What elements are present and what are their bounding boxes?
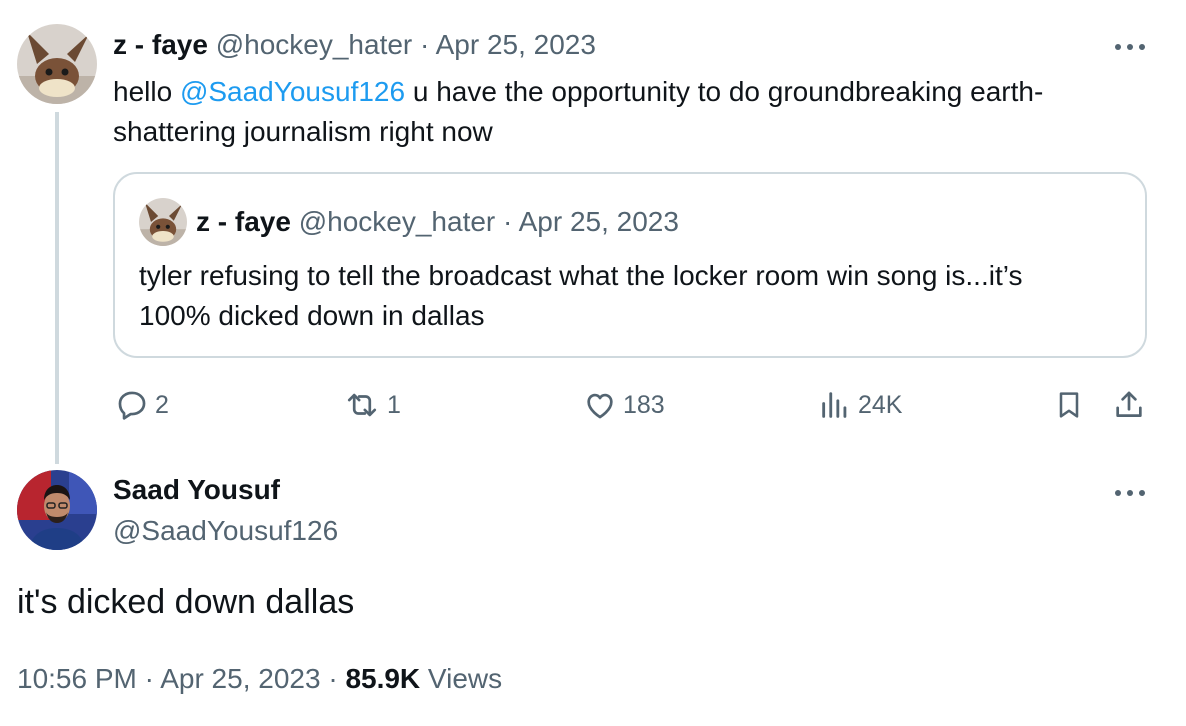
- user-handle[interactable]: @hockey_hater: [216, 29, 413, 60]
- like-button[interactable]: 183: [583, 388, 665, 422]
- retweet-icon: [343, 388, 381, 422]
- quoted-text-line2: 100% dicked down in dallas: [139, 300, 485, 331]
- views-total: 85.9K: [345, 663, 421, 694]
- quoted-tweet-date: Apr 25, 2023: [518, 206, 679, 237]
- avatar-saad-yousuf[interactable]: [17, 470, 97, 550]
- display-name[interactable]: z - faye: [113, 29, 208, 60]
- thread-connector-line: [55, 112, 59, 464]
- tweet-time[interactable]: 10:56 PM: [17, 663, 137, 694]
- tweet-date[interactable]: Apr 25, 2023: [436, 29, 596, 60]
- meta-separator-dot: ·: [328, 663, 338, 694]
- more-horizontal-icon[interactable]: [1114, 34, 1146, 54]
- avatar-z-faye[interactable]: [17, 24, 97, 104]
- text-line2: shattering journalism right now: [113, 116, 493, 147]
- like-count: 183: [623, 390, 665, 419]
- separator-dot: ·: [420, 29, 430, 60]
- text-prefix: hello: [113, 76, 180, 107]
- quoted-separator-dot: ·: [503, 206, 513, 237]
- quoted-tweet-header: z - faye @hockey_hater · Apr 25, 2023: [196, 206, 679, 238]
- more-horizontal-icon[interactable]: [1114, 480, 1146, 500]
- parent-tweet-header: z - faye @hockey_hater · Apr 25, 2023: [113, 29, 596, 61]
- text-line1-rest: u have the opportunity to do groundbreak…: [405, 76, 1044, 107]
- share-icon[interactable]: [1112, 388, 1146, 427]
- parent-tweet-text: hello @SaadYousuf126 u have the opportun…: [113, 72, 1163, 152]
- views-label: Views: [420, 663, 503, 694]
- avatar-z-faye-small: [139, 198, 187, 246]
- meta-separator-dot: ·: [144, 663, 154, 694]
- bookmark-icon[interactable]: [1053, 388, 1085, 427]
- quoted-display-name: z - faye: [196, 206, 291, 237]
- main-user-handle[interactable]: @SaadYousuf126: [113, 515, 338, 547]
- quoted-tweet-text: tyler refusing to tell the broadcast wha…: [139, 256, 1139, 336]
- views-count: 24K: [858, 390, 903, 419]
- views-button[interactable]: 24K: [818, 388, 902, 422]
- reply-icon: [115, 388, 149, 422]
- quoted-user-handle: @hockey_hater: [298, 206, 496, 237]
- reply-count: 2: [155, 390, 169, 419]
- tweet-date[interactable]: Apr 25, 2023: [160, 663, 320, 694]
- mention-link[interactable]: @SaadYousuf126: [180, 76, 405, 107]
- like-icon: [583, 388, 617, 422]
- main-display-name[interactable]: Saad Yousuf: [113, 474, 280, 506]
- main-tweet-text: it's dicked down dallas: [17, 583, 355, 621]
- views-icon: [818, 388, 852, 422]
- retweet-count: 1: [387, 390, 401, 419]
- tweet-meta: 10:56 PM · Apr 25, 2023 · 85.9K Views: [17, 662, 502, 696]
- reply-button[interactable]: 2: [115, 388, 169, 422]
- quoted-text-line1: tyler refusing to tell the broadcast wha…: [139, 260, 1023, 291]
- retweet-button[interactable]: 1: [343, 388, 401, 422]
